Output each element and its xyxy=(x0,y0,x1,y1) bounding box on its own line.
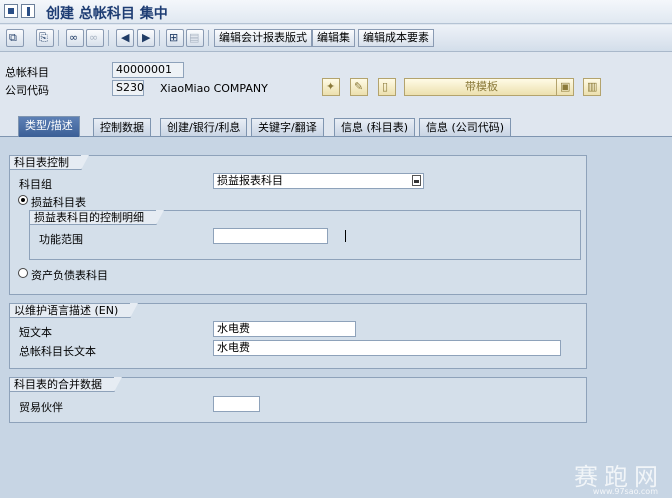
group-title: 损益表科目的控制明细 xyxy=(30,210,164,225)
consolidation-group: 科目表的合并数据 xyxy=(9,377,587,423)
pl-account-label: 损益科目表 xyxy=(31,196,86,209)
tab-type-description[interactable]: 类型/描述 xyxy=(18,116,80,137)
change-document-icon: ∞ xyxy=(89,31,99,44)
edit-button[interactable]: ✎ xyxy=(350,78,368,96)
company-code-label: 公司代码 xyxy=(5,84,49,97)
bs-account-label: 资产负债表科目 xyxy=(31,269,108,282)
next-button[interactable]: ▶ xyxy=(137,29,155,47)
arrow-left-icon: ◀ xyxy=(121,31,130,44)
copy-button[interactable]: ⎘ xyxy=(36,29,54,47)
edit-set-button[interactable]: 编辑集 xyxy=(312,29,355,47)
edit-fs-version-button[interactable]: 编辑会计报表版式 xyxy=(214,29,312,47)
trash-icon: ▥ xyxy=(587,80,598,93)
functional-area-label: 功能范围 xyxy=(39,233,83,246)
tab-keyword-translation[interactable]: 关键字/翻译 xyxy=(251,118,324,136)
lock-icon: ▣ xyxy=(560,80,571,93)
document-icon: ▯ xyxy=(382,80,389,93)
group-title: 科目表的合并数据 xyxy=(10,377,122,392)
long-text-label: 总帐科目长文本 xyxy=(19,345,96,358)
edit-layout-button[interactable]: ⧉ xyxy=(6,29,24,47)
toolbar-separator xyxy=(58,30,59,46)
template-icon: ⊞ xyxy=(169,31,179,44)
bs-account-radio[interactable] xyxy=(18,268,28,278)
toolbar-separator xyxy=(208,30,209,46)
arrow-right-icon: ▶ xyxy=(142,31,151,44)
tab-info-company-code[interactable]: 信息 (公司代码) xyxy=(419,118,512,136)
account-group-label: 科目组 xyxy=(19,178,52,191)
save-icon[interactable] xyxy=(21,4,35,18)
menu-icon[interactable] xyxy=(4,4,18,18)
pl-account-radio[interactable] xyxy=(18,195,28,205)
gl-account-field[interactable]: 40000001 xyxy=(112,62,184,78)
company-name: XiaoMiao COMPANY xyxy=(160,82,268,95)
edit-cost-element-button[interactable]: 编辑成本要素 xyxy=(358,29,434,47)
short-text-input[interactable]: 水电费 xyxy=(213,321,356,337)
toolbar-separator xyxy=(159,30,160,46)
pencil-icon: ✎ xyxy=(354,80,364,93)
star-icon: ✦ xyxy=(326,80,336,93)
tab-create-bank-interest[interactable]: 创建/银行/利息 xyxy=(160,118,248,136)
display-change-button[interactable]: ∞ xyxy=(66,29,84,47)
application-toolbar: ⧉ ⎘ ∞ ∞ ◀ ▶ ⊞ ▤ 编辑会计报表版式 编辑集 编辑成本要素 xyxy=(0,25,672,52)
gl-account-label: 总帐科目 xyxy=(5,66,49,79)
account-group-select[interactable]: 损益报表科目 xyxy=(213,173,424,189)
previous-button[interactable]: ◀ xyxy=(116,29,134,47)
window-title: 创建 总帐科目 集中 xyxy=(46,6,168,22)
new-button[interactable]: ▯ xyxy=(378,78,396,96)
lock-button[interactable]: ▣ xyxy=(556,78,574,96)
with-template-button[interactable]: 带模板 xyxy=(404,78,559,96)
tab-control-data[interactable]: 控制数据 xyxy=(93,118,151,136)
print-button[interactable]: ▤ xyxy=(186,29,204,47)
change-document-button[interactable]: ∞ xyxy=(86,29,104,47)
print-icon: ▤ xyxy=(189,31,200,44)
trading-partner-input[interactable] xyxy=(213,396,260,412)
watermark-url: www.97sao.com xyxy=(592,487,658,496)
short-text-label: 短文本 xyxy=(19,326,52,339)
title-bar: 创建 总帐科目 集中 xyxy=(0,0,672,24)
group-title: 以维护语言描述 (EN) xyxy=(10,303,139,318)
template-button[interactable]: ⊞ xyxy=(166,29,184,47)
delete-button[interactable]: ▥ xyxy=(583,78,601,96)
copy-icon: ⎘ xyxy=(39,31,48,44)
trading-partner-label: 贸易伙伴 xyxy=(19,401,63,414)
tab-info-coa[interactable]: 信息 (科目表) xyxy=(334,118,416,136)
dropdown-icon[interactable] xyxy=(412,175,421,186)
group-title: 科目表控制 xyxy=(10,155,89,170)
functional-area-input[interactable] xyxy=(213,228,328,244)
edit-layout-icon: ⧉ xyxy=(9,31,17,44)
toolbar-separator xyxy=(108,30,109,46)
long-text-input[interactable]: 水电费 xyxy=(213,340,561,356)
account-group-value: 损益报表科目 xyxy=(217,174,283,187)
company-code-field[interactable]: S230 xyxy=(112,80,144,96)
text-cursor xyxy=(345,230,346,242)
favorite-button[interactable]: ✦ xyxy=(322,78,340,96)
glasses-icon: ∞ xyxy=(69,31,79,44)
